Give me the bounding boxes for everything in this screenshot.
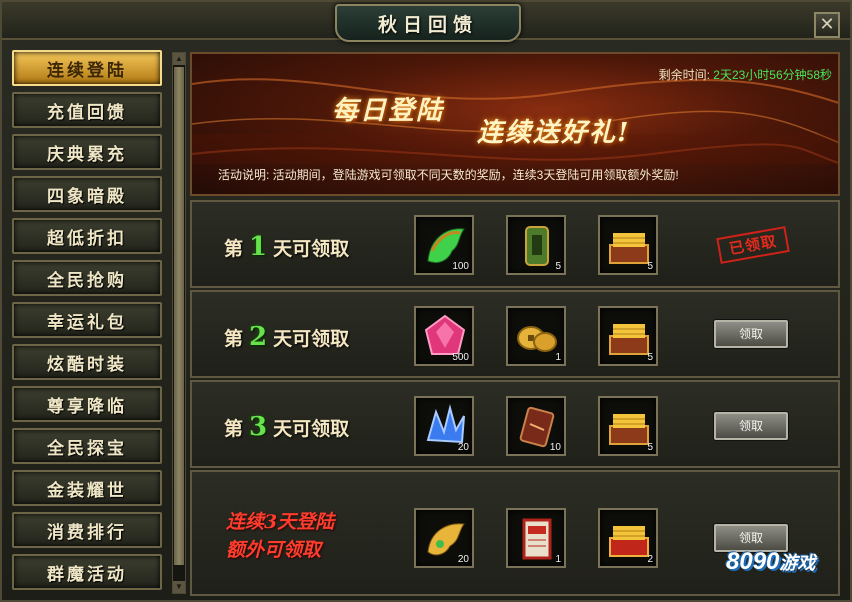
reward-count: 1: [555, 554, 561, 565]
sidebar-item-label: 尊享降临: [47, 396, 127, 417]
reward-count: 5: [555, 261, 561, 272]
scroll-up-arrow-icon[interactable]: ▲: [173, 53, 185, 65]
reward-slot[interactable]: 500: [414, 306, 474, 366]
day-label: 第 1 天可领取: [224, 232, 349, 262]
reward-count: 20: [457, 442, 469, 453]
reward-count: 10: [549, 442, 561, 453]
sidebar-item-cool-fashion[interactable]: 炫酷时装: [12, 344, 162, 380]
sidebar-item-demon-event[interactable]: 群魔活动: [12, 554, 162, 590]
claimed-stamp: 已领取: [716, 226, 790, 264]
sidebar-item-consecutive-login[interactable]: 连续登陆: [12, 50, 162, 86]
reward-row-day-2: 第 2 天可领取 500 1 5 领取: [190, 290, 840, 378]
reward-count: 2: [647, 554, 653, 565]
sidebar-item-four-symbols-hall[interactable]: 四象暗殿: [12, 176, 162, 212]
reward-row-day-3: 第 3 天可领取 20 10 5 领取: [190, 380, 840, 468]
sidebar-scrollbar[interactable]: ▲ ▼: [172, 52, 186, 594]
sidebar-item-label: 庆典累充: [47, 144, 127, 165]
sidebar-item-label: 群魔活动: [47, 564, 127, 585]
reward-count: 5: [647, 352, 653, 363]
sidebar-item-label: 幸运礼包: [47, 312, 127, 333]
bonus-label: 连续3天登陆 额外可领取: [226, 508, 334, 564]
reward-slot[interactable]: 5: [598, 215, 658, 275]
day-number: 2: [249, 322, 268, 352]
day-prefix: 第: [224, 238, 244, 260]
reward-count: 5: [647, 442, 653, 453]
reward-slot[interactable]: 1: [506, 508, 566, 568]
watermark-text: 游戏: [779, 553, 816, 573]
banner-slogan-gifts: 连续送好礼!: [477, 118, 631, 148]
day-suffix: 天可领取: [273, 418, 350, 440]
sidebar-item-golden-gear[interactable]: 金装耀世: [12, 470, 162, 506]
day-label: 第 2 天可领取: [224, 322, 349, 352]
scroll-down-arrow-icon[interactable]: ▼: [173, 581, 185, 593]
sidebar-item-flash-sale[interactable]: 全民抢购: [12, 260, 162, 296]
event-description: 活动说明: 活动期间，登陆游戏可领取不同天数的奖励，连续3天登陆可用领取额外奖励…: [218, 168, 679, 182]
reward-slot[interactable]: 5: [506, 215, 566, 275]
day-label: 第 3 天可领取: [224, 412, 349, 442]
reward-count: 500: [452, 352, 469, 363]
sidebar-item-label: 金装耀世: [47, 480, 127, 501]
reward-slot[interactable]: 10: [506, 396, 566, 456]
sidebar-item-treasure-hunt[interactable]: 全民探宝: [12, 428, 162, 464]
close-button[interactable]: ✕: [814, 12, 840, 38]
scroll-thumb[interactable]: [174, 67, 184, 565]
banner-slogan-daily-login: 每日登陆: [332, 96, 445, 126]
sidebar-item-label: 充值回馈: [47, 102, 127, 123]
day-number: 1: [249, 232, 268, 262]
title-plate: 秋日回馈: [335, 4, 521, 42]
sidebar-item-spending-rank[interactable]: 消费排行: [12, 512, 162, 548]
reward-row-day-1: 第 1 天可领取 100 5 5 已领取: [190, 200, 840, 288]
reward-count: 5: [647, 261, 653, 272]
sidebar-item-label: 四象暗殿: [47, 186, 127, 207]
remaining-time-value: 2天23小时56分钟58秒: [713, 68, 832, 82]
sidebar-item-label: 超低折扣: [47, 228, 127, 249]
remaining-time: 剩余时间: 2天23小时56分钟58秒: [659, 66, 832, 83]
reward-count: 20: [457, 554, 469, 565]
day-suffix: 天可领取: [273, 238, 350, 260]
sidebar-item-super-discount[interactable]: 超低折扣: [12, 218, 162, 254]
watermark-digits: 8090: [726, 548, 780, 575]
sidebar-item-label: 全民抢购: [47, 270, 127, 291]
sidebar-item-label: 消费排行: [47, 522, 127, 543]
bonus-label-line-2: 额外可领取: [226, 539, 322, 561]
sidebar-item-celebration-recharge[interactable]: 庆典累充: [12, 134, 162, 170]
reward-slot[interactable]: 5: [598, 396, 658, 456]
reward-slot[interactable]: 2: [598, 508, 658, 568]
claim-button-day-2[interactable]: 领取: [714, 320, 788, 348]
bonus-label-line-1: 连续3天登陆: [226, 511, 335, 533]
reward-count: 1: [555, 352, 561, 363]
site-watermark: 8090游戏: [726, 548, 815, 576]
sidebar-item-recharge-feedback[interactable]: 充值回馈: [12, 92, 162, 128]
sidebar-item-vip-arrival[interactable]: 尊享降临: [12, 386, 162, 422]
event-banner: 剩余时间: 2天23小时56分钟58秒 每日登陆 连续送好礼! 活动说明: 活动…: [190, 52, 840, 196]
claim-button-day-3[interactable]: 领取: [714, 412, 788, 440]
sidebar-item-lucky-pack[interactable]: 幸运礼包: [12, 302, 162, 338]
reward-slot[interactable]: 20: [414, 396, 474, 456]
sidebar-item-label: 连续登陆: [47, 60, 127, 81]
reward-slot[interactable]: 5: [598, 306, 658, 366]
sidebar: 连续登陆 充值回馈 庆典累充 四象暗殿 超低折扣 全民抢购 幸运礼包 炫酷时装 …: [8, 48, 166, 596]
sidebar-item-label: 炫酷时装: [47, 354, 127, 375]
day-prefix: 第: [224, 418, 244, 440]
reward-slot[interactable]: 20: [414, 508, 474, 568]
reward-slot[interactable]: 1: [506, 306, 566, 366]
reward-row-bonus: 连续3天登陆 额外可领取 20 1 2 领取: [190, 470, 840, 596]
sidebar-item-label: 全民探宝: [47, 438, 127, 459]
reward-slot[interactable]: 100: [414, 215, 474, 275]
day-number: 3: [249, 412, 268, 442]
day-prefix: 第: [224, 328, 244, 350]
remaining-time-label: 剩余时间:: [658, 68, 710, 82]
window-title: 秋日回馈: [377, 13, 478, 36]
day-suffix: 天可领取: [273, 328, 350, 350]
reward-count: 100: [452, 261, 469, 272]
